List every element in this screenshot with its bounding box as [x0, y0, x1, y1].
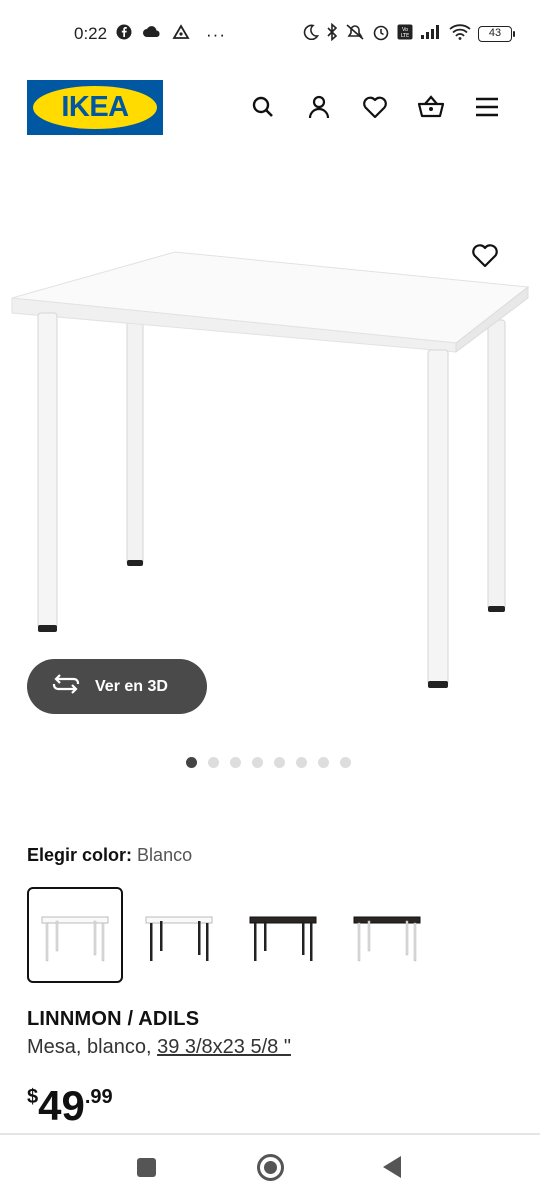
favorites-icon[interactable]: [360, 92, 390, 122]
recent-apps-button[interactable]: [137, 1158, 156, 1177]
product-desc-prefix: Mesa, blanco,: [27, 1036, 152, 1058]
more-notifications: ···: [206, 24, 226, 44]
swatch-white-white[interactable]: [27, 887, 123, 983]
facebook-icon: [116, 24, 132, 45]
price-integer: 49: [38, 1082, 85, 1129]
pagination-dot[interactable]: [318, 757, 329, 768]
price-currency: $: [27, 1086, 39, 1108]
mute-icon: [345, 23, 365, 44]
pagination-dot[interactable]: [208, 757, 219, 768]
logo-text: IKEA: [61, 91, 129, 123]
home-button[interactable]: [257, 1154, 284, 1181]
pagination-dot[interactable]: [340, 757, 351, 768]
signal-icon: [420, 24, 442, 43]
product-name: LINNMON / ADILS: [27, 1008, 200, 1030]
rotate-3d-icon: [51, 674, 81, 699]
swatch-black-black[interactable]: [235, 887, 331, 983]
search-icon[interactable]: [248, 92, 278, 122]
drive-icon: [172, 24, 190, 45]
wifi-icon: [449, 24, 471, 43]
pagination-dot[interactable]: [252, 757, 263, 768]
pagination-dot[interactable]: [230, 757, 241, 768]
cloud-icon: [142, 24, 162, 45]
color-swatches: [27, 887, 435, 983]
notification-icons: ···: [116, 24, 226, 45]
svg-text:LTE: LTE: [401, 33, 409, 39]
color-value: Blanco: [137, 845, 193, 865]
ikea-logo[interactable]: IKEA: [27, 80, 163, 135]
pagination-dot[interactable]: [296, 757, 307, 768]
system-icons: Vo LTE 43: [303, 22, 515, 44]
color-label-text: Elegir color:: [27, 845, 133, 865]
account-icon[interactable]: [304, 92, 334, 122]
bluetooth-icon: [326, 22, 338, 44]
product-dimensions-link[interactable]: 39 3/8x23 5/8 ": [157, 1036, 291, 1058]
back-button[interactable]: [383, 1156, 401, 1178]
moon-icon: [303, 24, 320, 43]
status-time: 0:22: [74, 24, 108, 43]
swatch-white-black[interactable]: [131, 887, 227, 983]
swatch-black-white[interactable]: [339, 887, 435, 983]
product-description: Mesa, blanco, 39 3/8x23 5/8 ": [27, 1036, 291, 1059]
color-selector-label: Elegir color: Blanco: [27, 845, 192, 866]
product-price: $49.99: [27, 1082, 113, 1130]
system-nav-bar: [0, 1135, 540, 1200]
view-3d-label: Ver en 3D: [95, 677, 168, 695]
price-decimal: .99: [84, 1086, 113, 1108]
alarm-icon: [372, 23, 390, 44]
gallery-pagination: [186, 757, 351, 768]
header-actions: [248, 92, 502, 122]
status-bar: 0:22 ··· Vo LTE 43: [0, 0, 540, 70]
pagination-dot[interactable]: [274, 757, 285, 768]
menu-icon[interactable]: [472, 92, 502, 122]
view-3d-button[interactable]: Ver en 3D: [27, 659, 207, 714]
volte-icon: Vo LTE: [397, 24, 413, 43]
battery-icon: 43: [478, 25, 515, 42]
favorite-icon[interactable]: [470, 241, 500, 271]
site-header: IKEA: [0, 78, 540, 138]
cart-icon[interactable]: [416, 92, 446, 122]
pagination-dot[interactable]: [186, 757, 197, 768]
